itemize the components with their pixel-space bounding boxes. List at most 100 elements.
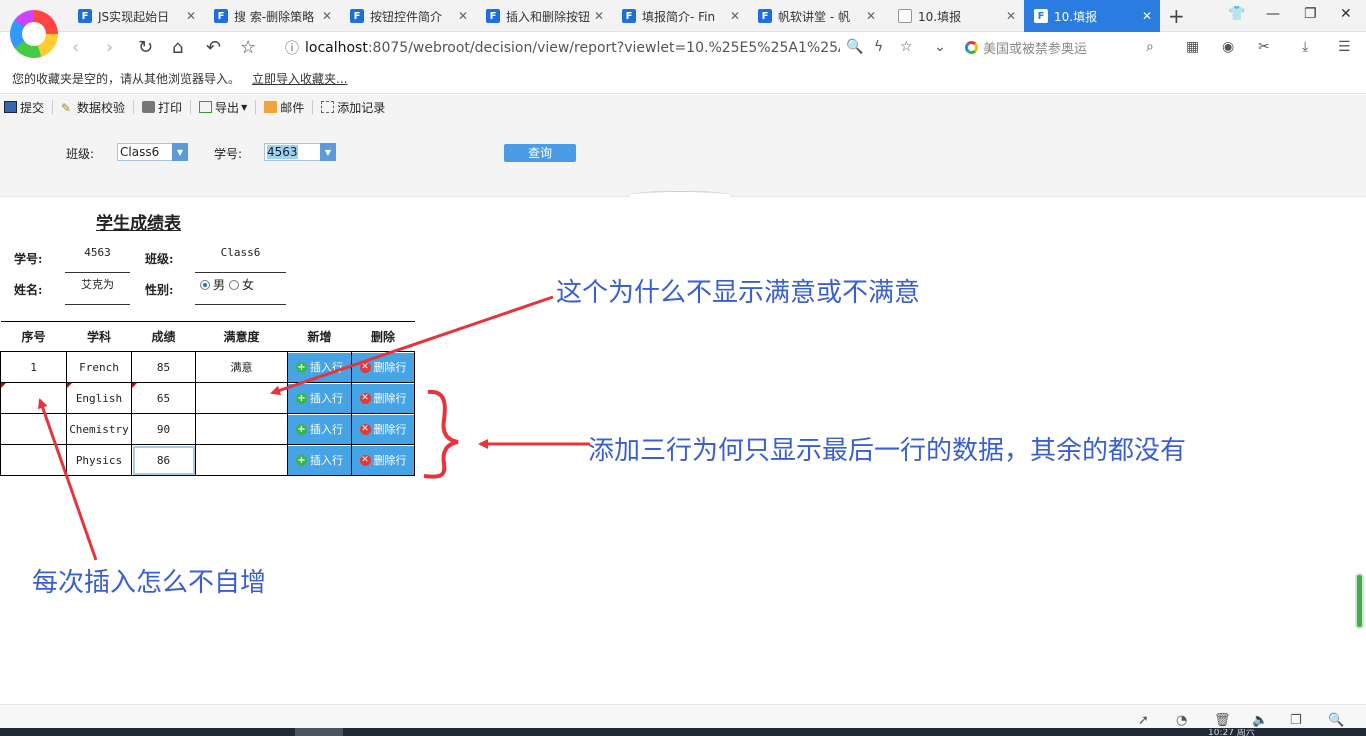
bookmark-star-icon[interactable]: ☆ — [900, 39, 913, 55]
scrollbar[interactable] — [1355, 573, 1364, 629]
tab-js-date[interactable]: F JS实现起始日 ✕ — [68, 0, 204, 32]
name-value[interactable]: 艾克为 — [65, 275, 130, 305]
bookmarks-empty-text: 您的收藏夹是空的，请从其他浏览器导入。 — [12, 72, 241, 86]
score-cell[interactable]: 90 — [131, 413, 196, 445]
name-label: 姓名: — [14, 283, 43, 297]
gender-label: 性别: — [145, 283, 174, 297]
plus-icon: + — [296, 392, 307, 404]
chrome-icon[interactable]: ◉ — [1222, 39, 1234, 55]
search-icon[interactable]: 🔍 — [846, 39, 863, 55]
search-box[interactable]: 美国或被禁参奥运 — [965, 38, 1087, 57]
close-icon[interactable]: ✕ — [1142, 9, 1152, 23]
report-title: 学生成绩表 — [96, 214, 181, 234]
insert-row-label: 插入行 — [310, 361, 343, 374]
chevron-down-icon[interactable]: ▼ — [320, 143, 336, 161]
restore-icon[interactable]: ❐ — [1304, 6, 1317, 22]
delete-row-button[interactable]: ✕ 删除行 — [352, 383, 414, 413]
site-info-icon[interactable]: ⓘ — [285, 38, 299, 58]
zoom-icon[interactable]: 🔍 — [1328, 713, 1344, 728]
close-icon[interactable]: ✕ — [866, 9, 876, 23]
tab-fill-report-active[interactable]: F 10.填报 ✕ — [1024, 0, 1160, 32]
collapse-handle[interactable] — [630, 191, 730, 199]
close-icon[interactable]: ✕ — [1006, 9, 1016, 23]
query-button[interactable]: 查询 — [504, 144, 576, 162]
tab-button-intro[interactable]: F 按钮控件简介 ✕ — [340, 0, 476, 32]
tab-fill-report-1[interactable]: 10.填报 ✕ — [888, 0, 1024, 32]
satisfaction-cell[interactable] — [195, 444, 288, 476]
id-combo[interactable]: 4563 ▼ — [264, 143, 336, 161]
tab-insert-delete[interactable]: F 插入和删除按钮 ✕ — [476, 0, 612, 32]
insert-row-button[interactable]: + 插入行 — [288, 352, 351, 382]
star-icon[interactable]: ☆ — [240, 37, 256, 58]
shirt-icon[interactable]: 👕 — [1228, 6, 1245, 22]
chevron-down-icon[interactable]: ⌄ — [934, 39, 946, 55]
export-button[interactable]: 导出 ▼ — [195, 99, 251, 116]
subject-cell[interactable]: Chemistry — [66, 413, 132, 445]
header-delete: 删除 — [351, 321, 415, 352]
close-icon[interactable]: ✕ — [186, 9, 196, 23]
forward-icon[interactable]: › — [106, 37, 113, 58]
import-bookmarks-link[interactable]: 立即导入收藏夹... — [252, 70, 347, 87]
rocket-icon[interactable]: ➚ — [1138, 713, 1149, 728]
subject-cell[interactable]: Physics — [66, 444, 132, 476]
add-record-button[interactable]: 添加记录 — [317, 99, 389, 116]
apps-icon[interactable]: ▦ — [1186, 39, 1199, 55]
satisfaction-cell[interactable]: 满意 — [195, 351, 288, 383]
delete-row-button[interactable]: ✕ 删除行 — [352, 414, 414, 444]
tab-fill-intro[interactable]: F 填报简介- Fin ✕ — [612, 0, 748, 32]
mail-button[interactable]: 邮件 — [260, 99, 308, 116]
female-radio[interactable] — [229, 279, 240, 290]
insert-row-button[interactable]: + 插入行 — [288, 383, 351, 413]
class-combo[interactable]: Class6 ▼ — [117, 143, 188, 161]
mail-label: 邮件 — [280, 100, 305, 115]
subject-cell[interactable]: French — [66, 351, 132, 383]
close-icon[interactable]: ✕ — [730, 9, 740, 23]
undo-icon[interactable]: ↶ — [206, 37, 221, 58]
delete-row-button[interactable]: ✕ 删除行 — [352, 445, 414, 475]
insert-row-button[interactable]: + 插入行 — [288, 445, 351, 475]
accelerate-icon[interactable]: ◔ — [1176, 713, 1187, 728]
trash-icon[interactable]: 🗑 — [1214, 713, 1231, 728]
download-icon[interactable]: ⤓ — [1302, 39, 1308, 55]
home-icon[interactable]: ⌂ — [172, 37, 183, 58]
seq-cell[interactable]: 1 — [0, 351, 67, 383]
seq-cell[interactable] — [0, 413, 67, 445]
minimize-icon[interactable]: — — [1266, 6, 1280, 22]
delete-cell: ✕ 删除行 — [351, 351, 415, 383]
seq-cell[interactable] — [0, 382, 67, 414]
url-path: :8075/webroot/decision/view/report?viewl… — [367, 40, 840, 56]
score-cell[interactable]: 65 — [131, 382, 196, 414]
satisfaction-cell[interactable] — [195, 413, 288, 445]
chevron-down-icon[interactable]: ▼ — [172, 143, 188, 161]
close-icon[interactable]: ✕ — [322, 9, 332, 23]
satisfaction-cell[interactable] — [195, 382, 288, 414]
window-close-icon[interactable]: ✕ — [1340, 6, 1352, 22]
url-field[interactable]: ⓘ localhost:8075/webroot/decision/view/r… — [285, 36, 840, 60]
score-cell[interactable]: 85 — [131, 351, 196, 383]
seq-cell[interactable] — [0, 444, 67, 476]
submit-button[interactable]: 提交 — [0, 99, 48, 116]
back-icon[interactable]: ‹ — [72, 37, 79, 58]
menu-icon[interactable]: ☰ — [1338, 39, 1351, 55]
tab-fanruan-class[interactable]: F 帆软讲堂 - 帆 ✕ — [748, 0, 884, 32]
insert-row-button[interactable]: + 插入行 — [288, 414, 351, 444]
window-icon[interactable]: ❐ — [1290, 713, 1302, 728]
print-button[interactable]: 打印 — [138, 99, 186, 116]
new-tab-icon[interactable]: + — [1168, 4, 1185, 28]
reload-icon[interactable]: ↻ — [138, 37, 153, 58]
search-go-icon[interactable]: ⌕ — [1146, 39, 1154, 55]
tab-search-delete[interactable]: F 搜 索-删除策略 ✕ — [204, 0, 340, 32]
scissors-icon[interactable]: ✂ — [1258, 39, 1270, 55]
speaker-icon[interactable]: 🔈 — [1252, 713, 1268, 728]
printer-icon — [142, 101, 156, 113]
delete-row-button[interactable]: ✕ 删除行 — [352, 352, 414, 382]
browser-logo-icon[interactable] — [10, 10, 58, 58]
taskbar-active-app[interactable] — [295, 728, 343, 736]
validate-button[interactable]: ✎ 数据校验 — [57, 99, 129, 116]
score-cell[interactable]: 86 — [131, 444, 196, 476]
lightning-icon[interactable]: ϟ — [874, 39, 883, 55]
close-icon[interactable]: ✕ — [594, 9, 604, 23]
subject-cell[interactable]: English — [66, 382, 132, 414]
close-icon[interactable]: ✕ — [458, 9, 468, 23]
male-radio[interactable] — [200, 279, 210, 290]
